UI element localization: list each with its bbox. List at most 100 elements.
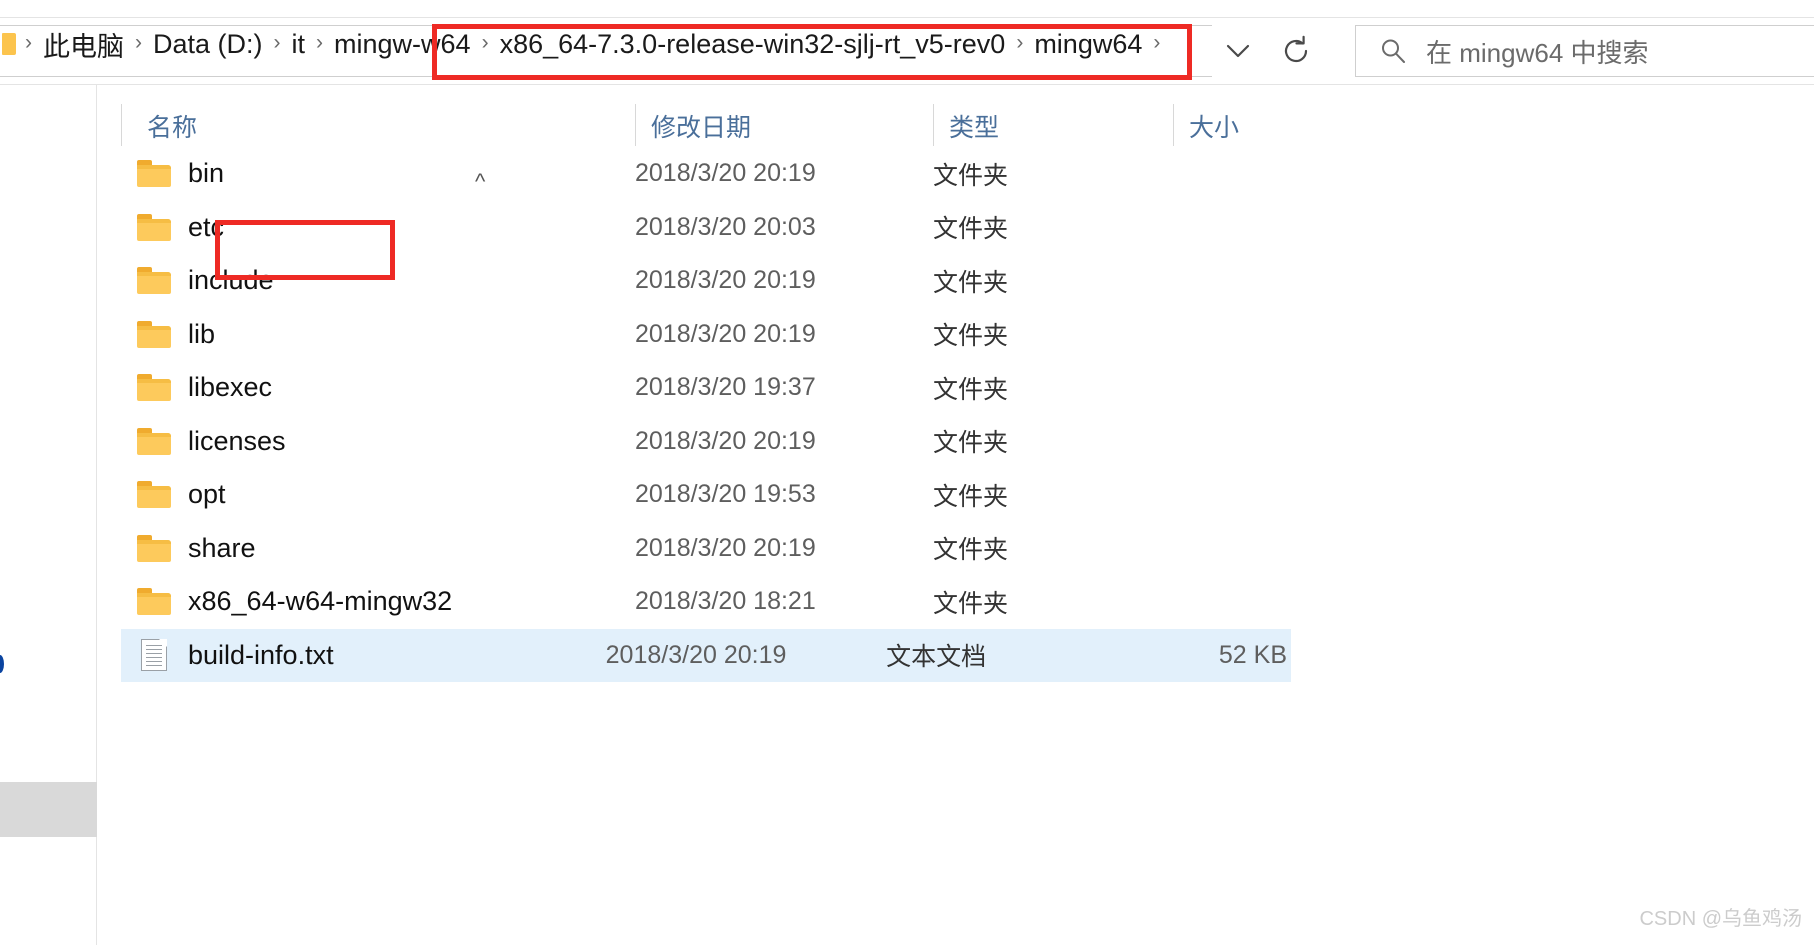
file-name-label: lib <box>188 318 216 349</box>
breadcrumb-separator-icon[interactable]: › <box>307 31 332 55</box>
cell-name[interactable]: bin <box>121 158 635 189</box>
breadcrumb-separator-icon[interactable]: › <box>1144 31 1169 55</box>
column-divider <box>635 104 636 146</box>
breadcrumb-separator-icon[interactable]: › <box>16 31 41 55</box>
file-name-label: licenses <box>188 425 286 456</box>
column-header-type[interactable]: 类型 <box>933 98 1173 148</box>
table-row[interactable]: lib 2018/3/20 20:19 文件夹 <box>121 308 1814 362</box>
cell-name[interactable]: opt <box>121 479 635 510</box>
column-header-date-modified[interactable]: 修改日期 <box>635 98 933 148</box>
cell-type: 文件夹 <box>933 589 1009 618</box>
folder-icon <box>137 320 171 348</box>
text-file-icon <box>141 639 167 672</box>
file-name-label: share <box>188 532 256 563</box>
file-name-label: bin <box>188 158 225 189</box>
cell-name[interactable]: share <box>121 533 635 564</box>
cell-type: 文件夹 <box>933 322 1009 351</box>
cell-type: 文件夹 <box>933 215 1009 244</box>
cell-date-modified: 2018/3/20 20:19 <box>635 266 816 295</box>
breadcrumb-separator-icon[interactable]: › <box>265 31 290 55</box>
column-header-row: 名称 修改日期 类型 大小 <box>121 98 1814 148</box>
cell-date-modified: 2018/3/20 20:19 <box>635 533 816 562</box>
table-row[interactable]: include 2018/3/20 20:19 文件夹 <box>121 254 1814 308</box>
breadcrumb-separator-icon[interactable]: › <box>473 31 498 55</box>
breadcrumb-separator-icon[interactable]: › <box>126 31 151 55</box>
cell-date-modified: 2018/3/20 20:19 <box>605 640 787 669</box>
table-row[interactable]: bin 2018/3/20 20:19 文件夹 <box>121 147 1814 201</box>
cell-name[interactable]: licenses <box>121 426 635 457</box>
table-row[interactable]: licenses 2018/3/20 20:19 文件夹 <box>121 415 1814 469</box>
cell-date-modified: 2018/3/20 20:19 <box>635 426 816 455</box>
file-rows-container: bin 2018/3/20 20:19 文件夹 etc 2018/3/20 20:03 文… <box>121 147 1814 682</box>
file-name-label: etc <box>188 211 225 242</box>
breadcrumb-item-5[interactable]: mingw64 <box>1032 29 1144 60</box>
file-name-label: x86_64-w64-mingw32 <box>188 586 453 617</box>
file-name-label: libexec <box>188 372 273 403</box>
file-name-label: opt <box>188 479 226 510</box>
navigation-pane[interactable] <box>0 85 107 945</box>
chevron-down-icon <box>1223 41 1253 61</box>
file-list-view: 名称 修改日期 类型 大小 ^ bin 2018/3/20 20:19 文件夹 etc… <box>97 85 1814 945</box>
nav-pane-selected-item[interactable] <box>0 782 107 837</box>
folder-icon <box>137 534 171 562</box>
folder-icon <box>137 160 171 188</box>
folder-icon <box>137 427 171 455</box>
cell-name[interactable]: etc <box>121 212 635 243</box>
history-dropdown-button[interactable] <box>1215 25 1261 77</box>
cell-name[interactable]: include <box>121 265 635 296</box>
folder-icon <box>137 374 171 402</box>
cell-name[interactable]: x86_64-w64-mingw32 <box>121 586 635 617</box>
column-divider <box>121 104 122 146</box>
cell-name[interactable]: lib <box>121 319 635 350</box>
refresh-button[interactable] <box>1272 25 1320 77</box>
column-header-name-label: 名称 <box>147 114 198 142</box>
column-divider <box>1173 104 1174 146</box>
breadcrumb-item-0[interactable]: 此电脑 <box>41 25 126 64</box>
cell-date-modified: 2018/3/20 20:03 <box>635 212 816 241</box>
table-row[interactable]: opt 2018/3/20 19:53 文件夹 <box>121 468 1814 522</box>
table-row[interactable]: libexec 2018/3/20 19:37 文件夹 <box>121 361 1814 415</box>
cell-type: 文本文档 <box>886 643 987 672</box>
breadcrumb-item-3[interactable]: mingw-w64 <box>332 29 473 60</box>
search-icon <box>1378 36 1408 66</box>
cell-name[interactable]: build-info.txt <box>121 639 606 672</box>
window-top-strip <box>0 0 1814 18</box>
breadcrumb[interactable]: › 此电脑 › Data (D:) › it › mingw-w64 › x86_64-7.3.0… <box>0 18 1169 70</box>
cell-size: 52 KB <box>1218 640 1287 669</box>
cell-type: 文件夹 <box>933 536 1009 565</box>
cell-type: 文件夹 <box>933 268 1009 297</box>
cell-type: 文件夹 <box>933 375 1009 404</box>
breadcrumb-item-2[interactable]: it <box>290 29 308 60</box>
table-row[interactable]: build-info.txt 2018/3/20 20:19 文本文档 52 KB <box>121 628 1291 682</box>
cell-type: 文件夹 <box>933 482 1009 511</box>
cell-date-modified: 2018/3/20 18:21 <box>635 587 816 616</box>
folder-icon <box>137 588 171 616</box>
file-name-label: include <box>188 265 274 296</box>
breadcrumb-item-1[interactable]: Data (D:) <box>151 29 265 60</box>
file-name-label: build-info.txt <box>188 639 334 670</box>
column-header-name[interactable]: 名称 <box>121 98 635 148</box>
breadcrumb-item-4[interactable]: x86_64-7.3.0-release-win32-sjlj-rt_v5-re… <box>498 29 1008 60</box>
table-row[interactable]: etc 2018/3/20 20:03 文件夹 <box>121 201 1814 255</box>
breadcrumb-separator-icon[interactable]: › <box>1007 31 1032 55</box>
breadcrumb-root-folder-icon <box>2 33 16 55</box>
cell-type: 文件夹 <box>933 161 1009 190</box>
column-header-size-label: 大小 <box>1189 114 1240 142</box>
watermark: CSDN @乌鱼鸡汤 <box>1639 908 1802 930</box>
column-divider <box>933 104 934 146</box>
refresh-icon <box>1280 35 1312 67</box>
column-header-date-label: 修改日期 <box>651 114 752 142</box>
nav-pane-marker-icon <box>0 655 4 673</box>
table-row[interactable]: share 2018/3/20 20:19 文件夹 <box>121 522 1814 576</box>
cell-date-modified: 2018/3/20 19:53 <box>635 480 816 509</box>
cell-name[interactable]: libexec <box>121 372 635 403</box>
folder-icon <box>137 481 171 509</box>
search-box[interactable]: 在 mingw64 中搜索 <box>1355 25 1814 77</box>
table-row[interactable]: x86_64-w64-mingw32 2018/3/20 18:21 文件夹 <box>121 575 1814 629</box>
cell-date-modified: 2018/3/20 19:37 <box>635 373 816 402</box>
cell-date-modified: 2018/3/20 20:19 <box>635 159 816 188</box>
cell-date-modified: 2018/3/20 20:19 <box>635 319 816 348</box>
column-header-size[interactable]: 大小 <box>1173 98 1333 148</box>
search-input-placeholder[interactable]: 在 mingw64 中搜索 <box>1426 33 1649 70</box>
folder-icon <box>137 267 171 295</box>
